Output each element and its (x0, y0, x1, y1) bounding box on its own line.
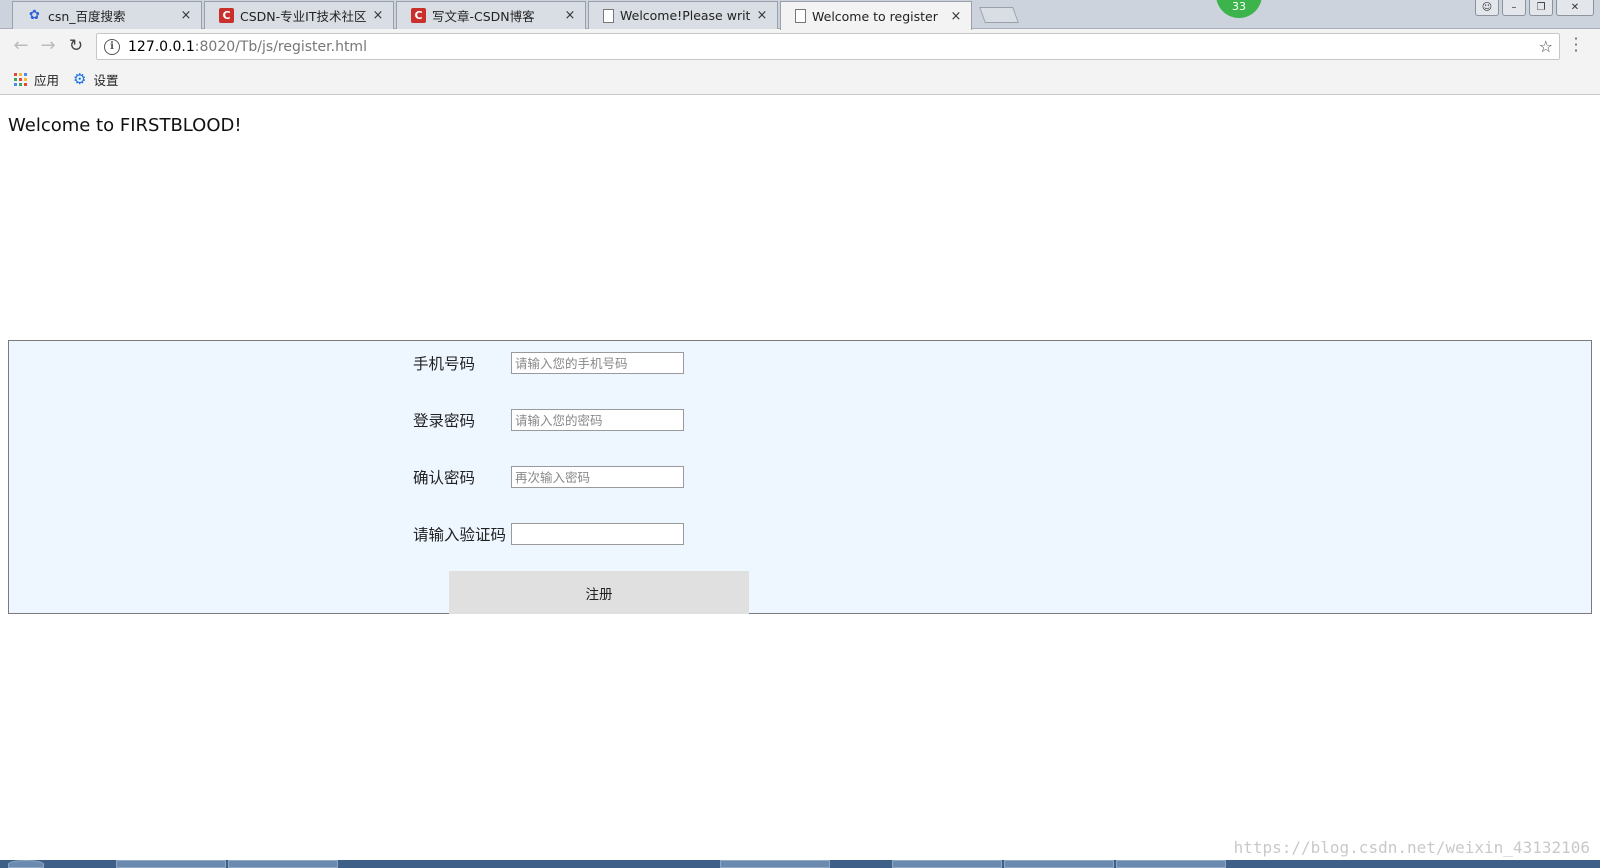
register-button[interactable]: 注册 (449, 571, 749, 614)
apps-grid-icon (14, 72, 27, 86)
tab-csdn-community[interactable]: C CSDN-专业IT技术社区 × (204, 1, 394, 29)
user-icon[interactable]: ☺ (1475, 0, 1499, 16)
reload-icon[interactable]: ↻ (64, 35, 88, 59)
menu-dots-icon[interactable]: · · · (1572, 32, 1580, 59)
captcha-row: 请输入验证码 (413, 523, 684, 545)
bookmark-settings[interactable]: ⚙ 设置 (73, 70, 118, 89)
captcha-input[interactable] (511, 523, 684, 545)
baidu-paw-icon: ✿ (29, 8, 40, 23)
restore-icon[interactable]: ❐ (1529, 0, 1553, 16)
taskbar-item[interactable] (720, 860, 830, 868)
gear-icon: ⚙ (73, 70, 87, 88)
bookmarks-bar: 应用 ⚙ 设置 (0, 64, 1600, 95)
close-icon[interactable]: × (563, 8, 577, 23)
address-bar[interactable]: i 127.0.0.1:8020/Tb/js/register.html ☆ (96, 33, 1560, 60)
url-path: :8020/Tb/js/register.html (194, 38, 367, 55)
bookmark-label: 应用 (34, 72, 60, 88)
password-label: 登录密码 (413, 412, 476, 430)
taskbar-item[interactable] (228, 860, 338, 868)
bookmark-star-icon[interactable]: ☆ (1539, 37, 1553, 56)
bookmark-label: 设置 (93, 72, 119, 88)
tab-baidu-search[interactable]: ✿ csn_百度搜索 × (12, 1, 202, 29)
tab-title: csn_百度搜索 (48, 9, 126, 24)
info-icon[interactable]: i (104, 38, 120, 55)
minimize-icon[interactable]: – (1502, 0, 1526, 16)
register-form-panel: 手机号码 登录密码 确认密码 请输入验证码 注册 (8, 340, 1592, 614)
phone-label: 手机号码 (413, 355, 476, 373)
phone-input[interactable] (511, 352, 684, 374)
csdn-icon: C (411, 8, 426, 23)
password-row: 登录密码 (413, 409, 684, 431)
confirm-password-input[interactable] (511, 466, 684, 488)
os-taskbar (0, 860, 1600, 868)
password-input[interactable] (511, 409, 684, 431)
tab-title: CSDN-专业IT技术社区 (240, 9, 367, 24)
tab-title: 写文章-CSDN博客 (432, 9, 535, 24)
confirm-password-row: 确认密码 (413, 466, 684, 488)
watermark: https://blog.csdn.net/weixin_43132106 (1233, 838, 1590, 857)
document-icon (603, 8, 614, 23)
phone-row: 手机号码 (413, 352, 684, 374)
forward-arrow-icon[interactable]: → (36, 35, 60, 59)
back-arrow-icon[interactable]: ← (9, 35, 33, 59)
close-icon[interactable]: × (755, 8, 769, 23)
tab-title: Welcome!Please write y (620, 8, 751, 23)
taskbar-item[interactable] (892, 860, 1002, 868)
bookmark-apps[interactable]: 应用 (14, 70, 59, 89)
tab-welcome-write[interactable]: Welcome!Please write y × (588, 1, 778, 29)
document-icon (795, 9, 806, 23)
close-icon[interactable]: × (371, 8, 385, 23)
taskbar-item[interactable] (116, 860, 226, 868)
start-button[interactable] (8, 860, 44, 868)
window-controls: ☺ – ❐ ✕ (1475, 0, 1594, 16)
tab-csdn-write[interactable]: C 写文章-CSDN博客 × (396, 1, 586, 29)
tab-welcome-register[interactable]: Welcome to register × (780, 1, 972, 30)
captcha-label: 请输入验证码 (413, 526, 507, 544)
window-close-icon[interactable]: ✕ (1556, 0, 1594, 16)
close-icon[interactable]: × (179, 8, 193, 23)
url-host: 127.0.0.1 (128, 38, 195, 55)
tab-title: Welcome to register (812, 8, 938, 24)
taskbar-item[interactable] (1116, 860, 1226, 868)
new-tab-button[interactable] (979, 7, 1019, 23)
notification-badge[interactable]: 33 (1216, 0, 1262, 18)
confirm-password-label: 确认密码 (413, 469, 476, 487)
taskbar-item[interactable] (1004, 860, 1114, 868)
browser-toolbar: ← → ↻ i 127.0.0.1:8020/Tb/js/register.ht… (0, 29, 1600, 64)
tab-strip: ✿ csn_百度搜索 × C CSDN-专业IT技术社区 × C 写文章-CSD… (0, 0, 1600, 30)
page-heading: Welcome to FIRSTBLOOD! (8, 115, 242, 136)
close-icon[interactable]: × (949, 9, 963, 24)
csdn-icon: C (219, 8, 234, 23)
